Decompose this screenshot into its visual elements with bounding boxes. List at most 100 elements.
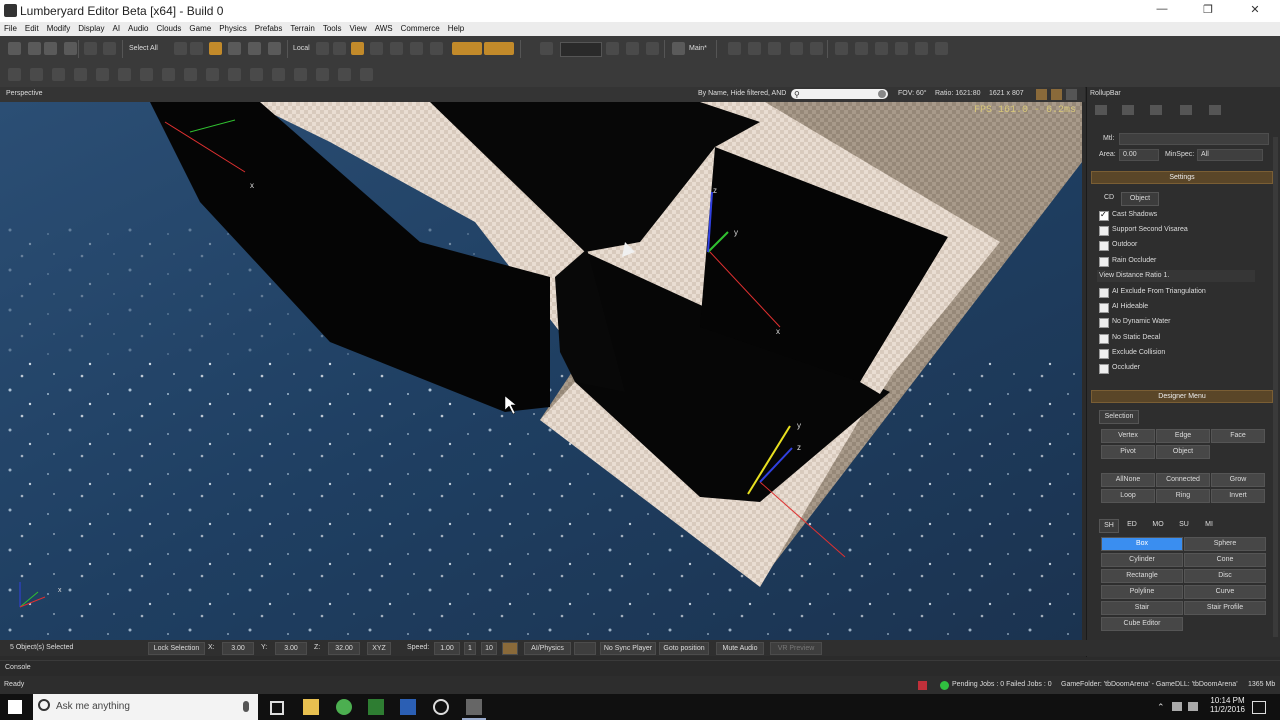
- options-icon[interactable]: [935, 42, 948, 55]
- rain-occluder-checkbox[interactable]: [1099, 257, 1109, 267]
- vegetation-icon[interactable]: [810, 42, 823, 55]
- chrome-icon[interactable]: [336, 699, 352, 715]
- menu-tools[interactable]: Tools: [319, 22, 346, 33]
- task-view-icon[interactable]: [270, 701, 284, 715]
- app-icon-circle[interactable]: [433, 699, 449, 715]
- invert-button[interactable]: Invert: [1211, 489, 1265, 503]
- ring-button[interactable]: Ring: [1156, 489, 1210, 503]
- cylinder-button[interactable]: Cylinder: [1101, 553, 1183, 567]
- rollup-tab-display[interactable]: [1180, 105, 1192, 115]
- menu-help[interactable]: Help: [444, 22, 468, 33]
- menu-prefabs[interactable]: Prefabs: [251, 22, 287, 33]
- designer-menu-header[interactable]: Designer Menu: [1091, 390, 1273, 403]
- menu-physics[interactable]: Physics: [215, 22, 251, 33]
- mute-audio-button[interactable]: Mute Audio: [716, 642, 764, 655]
- menu-clouds[interactable]: Clouds: [153, 22, 186, 33]
- box-button[interactable]: Box: [1101, 537, 1183, 551]
- tab-sh[interactable]: SH: [1099, 519, 1119, 533]
- face-button[interactable]: Face: [1211, 429, 1265, 443]
- minspec-select[interactable]: All: [1197, 149, 1263, 161]
- connected-button[interactable]: Connected: [1156, 473, 1210, 487]
- menu-aws[interactable]: AWS: [371, 22, 397, 33]
- level-layer-icon[interactable]: [672, 42, 685, 55]
- no-static-decal-checkbox[interactable]: [1099, 334, 1109, 344]
- link-icon[interactable]: [84, 42, 97, 55]
- sphere-button[interactable]: Sphere: [1184, 537, 1266, 551]
- polyline-button[interactable]: Polyline: [1101, 585, 1183, 599]
- tab-object[interactable]: Object: [1121, 192, 1159, 206]
- close-button[interactable]: ✕: [1240, 3, 1270, 19]
- tool-icon-15[interactable]: [316, 68, 329, 81]
- rollup-scrollbar[interactable]: [1273, 137, 1278, 637]
- menu-audio[interactable]: Audio: [124, 22, 152, 33]
- axis-y-icon[interactable]: [351, 42, 364, 55]
- edge-button[interactable]: Edge: [1156, 429, 1210, 443]
- tool-icon-4[interactable]: [74, 68, 87, 81]
- grow-button[interactable]: Grow: [1211, 473, 1265, 487]
- viewport-name[interactable]: Perspective: [6, 90, 43, 97]
- menu-edit[interactable]: Edit: [21, 22, 43, 33]
- terrain-follow-icon[interactable]: [410, 42, 423, 55]
- align-icon[interactable]: [606, 42, 619, 55]
- notifications-icon[interactable]: [1252, 701, 1266, 714]
- ai-exclude-checkbox[interactable]: [1099, 288, 1109, 298]
- cast-shadows-checkbox[interactable]: ✓: [1099, 210, 1109, 221]
- goto-position-button[interactable]: Goto position: [659, 642, 709, 655]
- z-input[interactable]: 32.00: [328, 642, 360, 655]
- unlink-icon[interactable]: [103, 42, 116, 55]
- tab-cd[interactable]: CD: [1099, 192, 1119, 204]
- pivot-button[interactable]: Pivot: [1101, 445, 1155, 459]
- viewport-maximize-icon[interactable]: [1066, 89, 1077, 100]
- ai-physics-button[interactable]: AI/Physics: [524, 642, 571, 655]
- object-follow-icon[interactable]: [430, 42, 443, 55]
- microphone-icon[interactable]: [243, 701, 249, 712]
- terrain-icon[interactable]: [790, 42, 803, 55]
- occluder-checkbox[interactable]: [1099, 364, 1109, 374]
- stair-button[interactable]: Stair: [1101, 601, 1183, 615]
- tool-icon-5[interactable]: [96, 68, 109, 81]
- snap-angle-icon[interactable]: [484, 42, 514, 55]
- exclude-collision-checkbox[interactable]: [1099, 349, 1109, 359]
- taskbar-search-box[interactable]: Ask me anything: [33, 694, 258, 720]
- ai-icon[interactable]: [748, 42, 761, 55]
- tool-icon-11[interactable]: [228, 68, 241, 81]
- flowgraph-icon[interactable]: [895, 42, 908, 55]
- audio-icon[interactable]: [875, 42, 888, 55]
- tool-icon-8[interactable]: [162, 68, 175, 81]
- axis-x-icon[interactable]: [333, 42, 346, 55]
- axis-xy-icon[interactable]: [390, 42, 403, 55]
- support-second-visarea-checkbox[interactable]: [1099, 226, 1109, 236]
- undo-dropdown-icon[interactable]: [28, 42, 41, 55]
- mtl-field[interactable]: [1119, 133, 1269, 145]
- tool-icon-2[interactable]: [30, 68, 43, 81]
- stair-profile-button[interactable]: Stair Profile: [1184, 601, 1266, 615]
- tab-su[interactable]: SU: [1175, 519, 1193, 531]
- area-field[interactable]: 0.00: [1119, 149, 1159, 161]
- tool-icon-6[interactable]: [118, 68, 131, 81]
- menu-ai[interactable]: AI: [108, 22, 124, 33]
- tool-icon-14[interactable]: [294, 68, 307, 81]
- volume-icon[interactable]: [1188, 702, 1198, 711]
- lock-selection-button[interactable]: Lock Selection: [148, 642, 205, 655]
- ai-hideable-checkbox[interactable]: [1099, 303, 1109, 313]
- tab-ed[interactable]: ED: [1123, 519, 1141, 531]
- view-distance-ratio-field[interactable]: View Distance Ratio 1.: [1097, 270, 1255, 282]
- tool-icon-9[interactable]: [184, 68, 197, 81]
- playback-controls[interactable]: [574, 642, 596, 655]
- file-explorer-icon[interactable]: [303, 699, 319, 715]
- viewport-search-input[interactable]: ⚲: [791, 89, 888, 99]
- cube-editor-button[interactable]: Cube Editor: [1101, 617, 1183, 631]
- tab-mo[interactable]: MO: [1149, 519, 1167, 531]
- windows-start-icon[interactable]: [8, 700, 22, 714]
- axis-z-icon[interactable]: [370, 42, 383, 55]
- rotate-icon[interactable]: [228, 42, 241, 55]
- sync-player-button[interactable]: No Sync Player: [600, 642, 656, 655]
- allnone-button[interactable]: AllNone: [1101, 473, 1155, 487]
- object-button[interactable]: Object: [1156, 445, 1210, 459]
- curve-button[interactable]: Curve: [1184, 585, 1266, 599]
- lumberyard-taskbar-icon[interactable]: [466, 699, 482, 715]
- selection-filter-icon[interactable]: [174, 42, 187, 55]
- track-view-icon[interactable]: [855, 42, 868, 55]
- redo-icon[interactable]: [44, 42, 57, 55]
- tool-icon-16[interactable]: [338, 68, 351, 81]
